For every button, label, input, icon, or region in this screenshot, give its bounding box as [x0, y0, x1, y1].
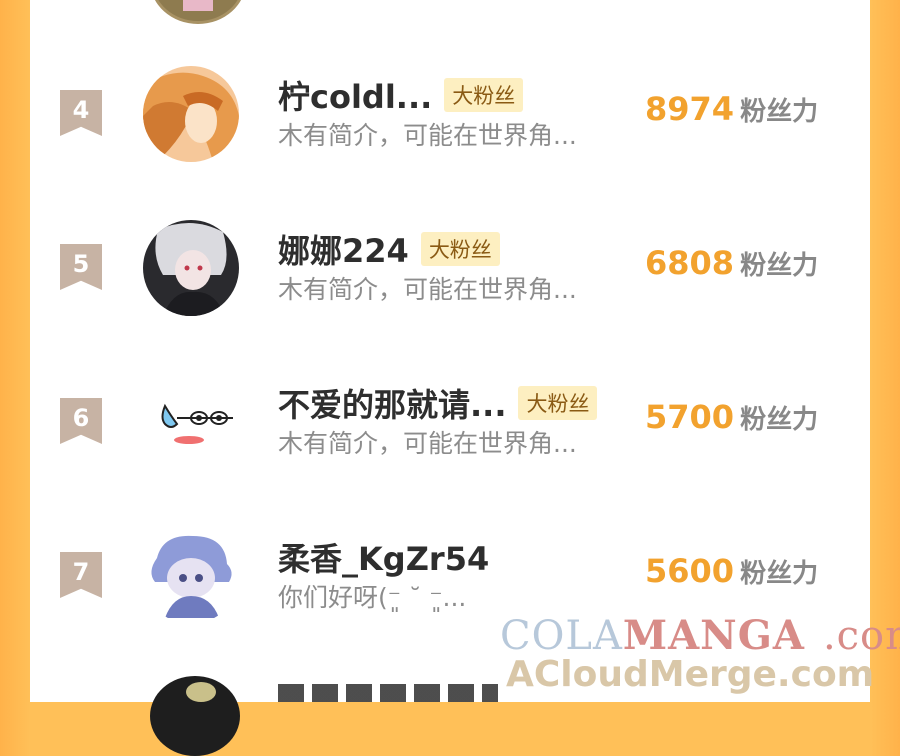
list-item[interactable]: 4 柠coldl... 大粉丝 木有简介，可能在世界角... 8974 粉丝力 [30, 58, 870, 178]
fan-level-badge: 大粉丝 [420, 232, 500, 266]
fan-score: 5600 粉丝力 [645, 552, 818, 590]
user-bio: 你们好呀(⁻͈ ˘ ⁻͈... [278, 583, 467, 612]
list-item[interactable]: 5 娜娜224 大粉丝 木有简介，可能在世界角... 6808 粉丝力 [30, 212, 870, 332]
fan-score-value: 8974 [645, 90, 735, 128]
user-name[interactable]: 柔香_KgZr54 [278, 534, 489, 580]
fan-score: 5700 粉丝力 [645, 398, 818, 436]
ranking-panel: 4 柠coldl... 大粉丝 木有简介，可能在世界角... 8974 粉丝力 5 [30, 0, 870, 756]
user-name[interactable]: 柠coldl... [278, 72, 432, 118]
user-name[interactable]: 娜娜224 [278, 226, 409, 272]
fan-score-value: 6808 [645, 244, 735, 282]
fan-level-badge: 大粉丝 [444, 78, 524, 112]
user-name[interactable]: 不爱的那就请... [278, 380, 506, 426]
fan-score-unit: 粉丝力 [740, 97, 819, 127]
avatar[interactable] [143, 374, 239, 470]
watermark-part-cola: COLA [500, 613, 623, 659]
fan-score: 6808 粉丝力 [645, 244, 818, 282]
fan-score-unit: 粉丝力 [740, 251, 819, 281]
avatar-partial [150, 0, 246, 24]
fan-score: 8974 粉丝力 [645, 90, 818, 128]
watermark-colamanga: COLAMANGA .com [500, 612, 900, 659]
user-bio: 木有简介，可能在世界角... [278, 121, 577, 150]
fan-score-unit: 粉丝力 [740, 405, 819, 435]
fan-level-badge: 大粉丝 [518, 386, 598, 420]
fan-score-value: 5600 [645, 552, 735, 590]
fan-score-unit: 粉丝力 [740, 559, 819, 589]
watermark-part-com: .com [822, 613, 900, 659]
rank-badge: 5 [60, 244, 102, 290]
user-bio: 木有简介，可能在世界角... [278, 429, 577, 458]
fan-score-value: 5700 [645, 398, 735, 436]
rank-badge: 7 [60, 552, 102, 598]
avatar[interactable] [143, 528, 239, 624]
name-partial [278, 684, 518, 702]
avatar-partial [150, 676, 240, 756]
avatar[interactable] [143, 220, 239, 316]
rank-badge: 6 [60, 398, 102, 444]
user-bio: 木有简介，可能在世界角... [278, 275, 577, 304]
list-item[interactable]: 6 不爱的那就请... 大粉丝 木有简介，可能在世界角... 5700 粉丝力 [30, 366, 870, 486]
watermark-part-manga: MANGA [622, 612, 805, 659]
rank-badge: 4 [60, 90, 102, 136]
watermark-acloudmerge: ACloudMerge.com [506, 654, 875, 695]
avatar[interactable] [143, 66, 239, 162]
